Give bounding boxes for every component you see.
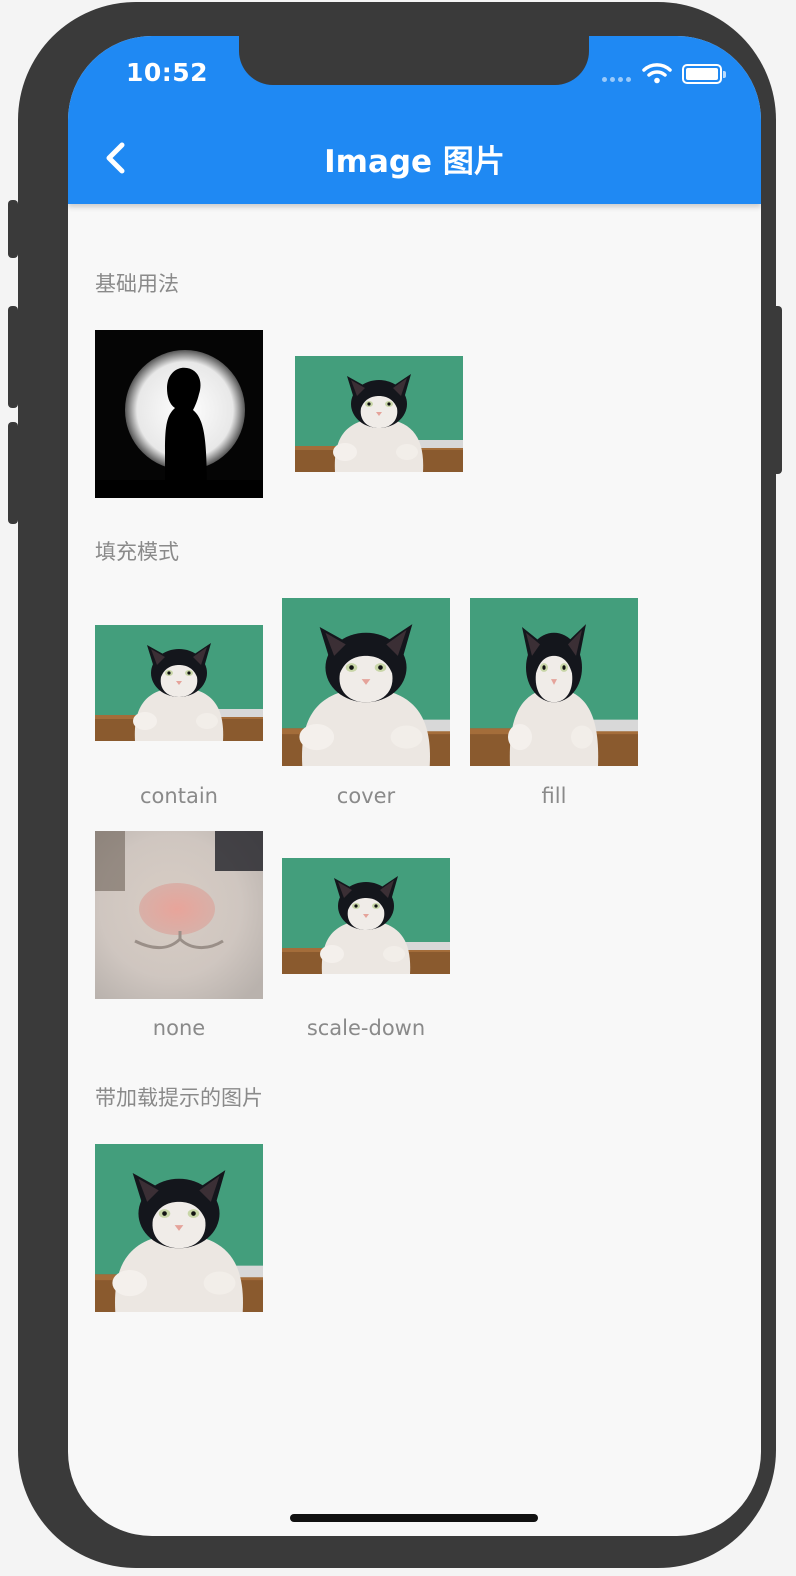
volume-down-button	[8, 422, 18, 524]
caption-fill: fill	[541, 784, 567, 808]
caption-scale-down: scale-down	[306, 1016, 426, 1040]
page-title: Image 图片	[324, 144, 505, 180]
silent-switch	[8, 200, 18, 258]
cat-image-none	[95, 831, 263, 999]
phone-frame: 10:52 Image 图片 基础用法 填充模式 contain cover f…	[18, 2, 776, 1568]
section-title-placeholder: 带加载提示的图片	[95, 1086, 263, 1110]
battery-icon	[682, 64, 726, 84]
silhouette-image	[95, 330, 263, 498]
section-title-basic: 基础用法	[95, 272, 179, 296]
status-time: 10:52	[126, 58, 209, 87]
section-title-fit: 填充模式	[95, 540, 179, 564]
cat-image-cover	[282, 598, 450, 766]
wifi-icon	[642, 63, 672, 84]
cat-image-placeholder	[95, 1144, 263, 1312]
cat-image-contain	[95, 625, 263, 741]
caption-cover: cover	[336, 784, 396, 808]
home-indicator	[290, 1514, 538, 1522]
cat-image-scale-down	[282, 858, 450, 974]
notch	[239, 36, 589, 85]
signal-icon	[602, 77, 631, 82]
cat-image-fill	[470, 598, 638, 766]
caption-contain: contain	[140, 784, 218, 808]
volume-up-button	[8, 306, 18, 408]
caption-none: none	[152, 1016, 206, 1040]
screen: 10:52 Image 图片 基础用法 填充模式 contain cover f…	[68, 36, 761, 1536]
cat-image	[295, 356, 463, 472]
